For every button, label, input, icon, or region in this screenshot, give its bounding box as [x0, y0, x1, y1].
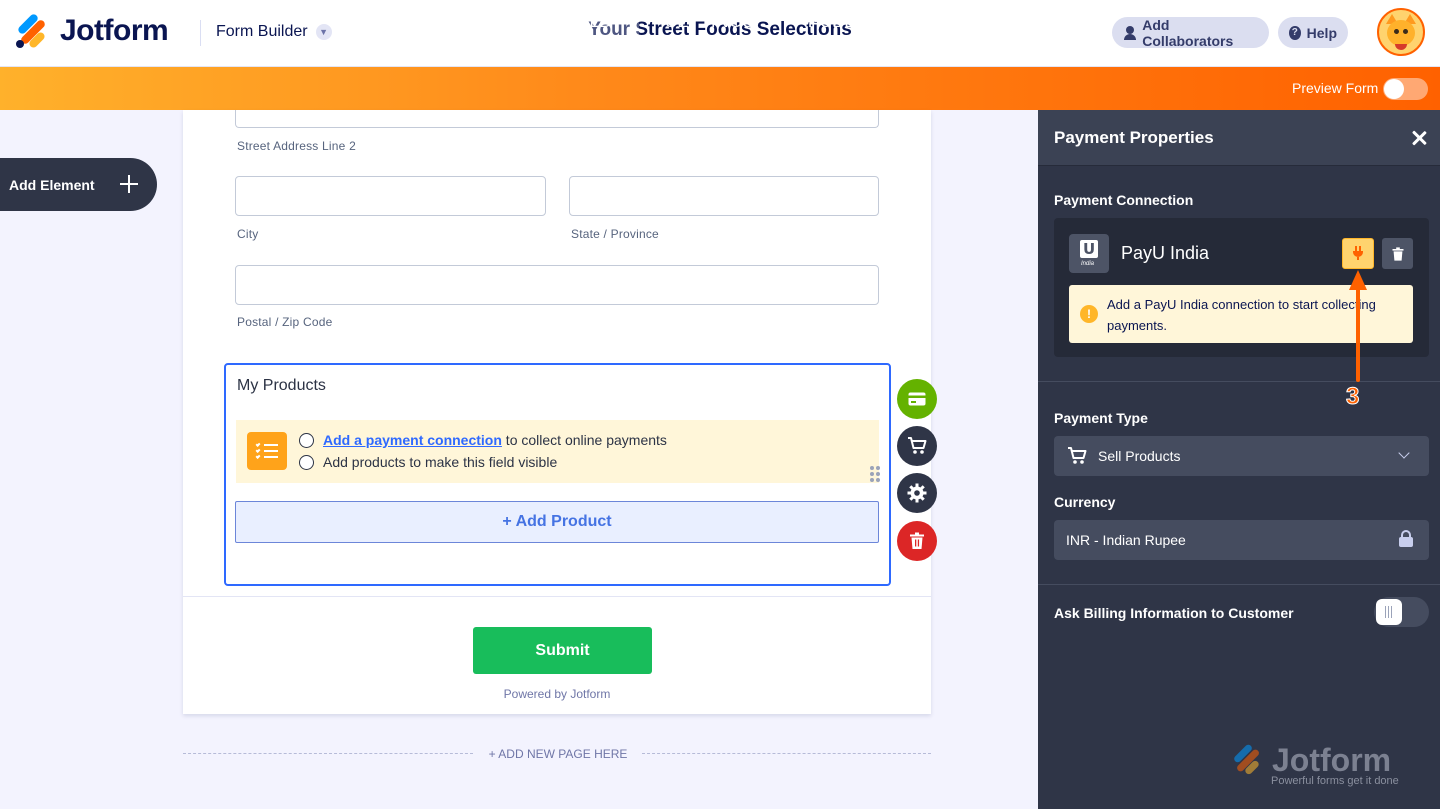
- help-label: Help: [1306, 24, 1337, 41]
- plus-icon: [118, 173, 140, 195]
- billing-toggle-knob: [1376, 599, 1402, 625]
- question-icon: ?: [1289, 25, 1301, 40]
- add-page-divider-left: [183, 753, 473, 754]
- postal-code-sublabel: Postal / Zip Code: [237, 315, 333, 329]
- add-collaborators-button[interactable]: Add Collaborators: [1112, 16, 1269, 49]
- jotform-logo-icon: [1232, 743, 1266, 776]
- field-properties-button[interactable]: [897, 473, 937, 513]
- remove-gateway-button[interactable]: [1382, 238, 1413, 269]
- form-builder-label: Form Builder: [216, 23, 308, 40]
- products-button[interactable]: [897, 426, 937, 466]
- jotform-logo-icon: [14, 12, 48, 50]
- payment-type-value: Sell Products: [1098, 448, 1181, 464]
- city-sublabel: City: [237, 227, 259, 241]
- postal-code-input[interactable]: [235, 265, 879, 305]
- add-product-button[interactable]: + Add Product: [235, 501, 879, 543]
- powered-by: Powered by Jotform: [503, 687, 611, 701]
- chevron-down-icon: ▼: [315, 24, 332, 40]
- add-element-label: Add Element: [9, 176, 95, 193]
- cart-icon: [1067, 447, 1087, 470]
- help-button[interactable]: ? Help: [1278, 17, 1348, 48]
- panel-divider: [1038, 584, 1440, 585]
- tab-build[interactable]: BUILD: [533, 0, 639, 43]
- add-element-button[interactable]: Add Element: [0, 158, 157, 211]
- trash-icon: [910, 532, 924, 549]
- add-page-divider-right: [642, 753, 931, 754]
- jotform-watermark: Jotform Powerful forms get it done: [1232, 742, 1422, 792]
- preview-toggle-knob: [1384, 79, 1404, 99]
- products-title[interactable]: My Products: [237, 377, 326, 395]
- payu-logo-text: India: [1081, 261, 1095, 267]
- form-builder-dropdown[interactable]: Form Builder ▼: [216, 23, 332, 41]
- header-divider: [200, 20, 201, 46]
- plug-icon: [1351, 246, 1365, 260]
- close-icon[interactable]: [1410, 129, 1428, 147]
- currency-value: INR - Indian Rupee: [1066, 532, 1186, 548]
- cart-icon: [908, 437, 927, 454]
- notice-radio-2: [299, 455, 314, 470]
- annotation-step-number: 3: [1345, 383, 1360, 411]
- add-new-page-button[interactable]: + ADD NEW PAGE HERE: [473, 747, 643, 761]
- state-province-input[interactable]: [569, 176, 879, 216]
- delete-field-button[interactable]: [897, 521, 937, 561]
- add-collaborators-label: Add Collaborators: [1142, 16, 1234, 49]
- notice-line-2: Add products to make this field visible: [323, 454, 558, 470]
- checklist-icon: [247, 432, 287, 470]
- drag-handle-icon[interactable]: [870, 466, 880, 482]
- connection-warning-text: Add a PayU India connection to start col…: [1107, 297, 1376, 333]
- lock-icon: [1399, 530, 1413, 548]
- payment-type-label: Payment Type: [1054, 410, 1148, 426]
- products-notice: [236, 420, 879, 483]
- notice-radio-1: [299, 433, 314, 448]
- payu-logo-mark: [1080, 240, 1098, 258]
- form-footer-divider: [183, 596, 931, 597]
- credit-card-icon: [908, 392, 926, 406]
- watermark-brand: Jotform: [1272, 742, 1392, 778]
- state-sublabel: State / Province: [571, 227, 659, 241]
- submit-button[interactable]: Submit: [473, 627, 652, 674]
- panel-title: Payment Properties: [1054, 128, 1214, 147]
- user-icon: [1123, 25, 1137, 40]
- notice-line-1-rest: to collect online payments: [501, 432, 667, 448]
- gear-icon: [907, 483, 927, 503]
- panel-divider: [1038, 381, 1440, 382]
- add-payment-connection-link[interactable]: Add a payment connection: [323, 432, 502, 448]
- street-address-line2-sublabel: Street Address Line 2: [237, 139, 356, 153]
- tab-publish[interactable]: PUBLISH: [790, 0, 902, 43]
- trash-icon: [1392, 246, 1403, 261]
- currency-label: Currency: [1054, 494, 1116, 510]
- brand-name: Jotform: [60, 14, 169, 47]
- city-input[interactable]: [235, 176, 546, 216]
- preview-form-label: Preview Form: [1292, 80, 1379, 96]
- notice-line-1: Add a payment connection to collect onli…: [323, 432, 667, 448]
- tab-settings[interactable]: SETTINGS: [650, 0, 770, 43]
- street-address-line2-input[interactable]: [235, 110, 879, 128]
- jotform-logo[interactable]: Jotform: [14, 12, 169, 50]
- payment-connection-label: Payment Connection: [1054, 192, 1194, 208]
- warning-icon: !: [1080, 305, 1098, 323]
- payment-settings-button[interactable]: [897, 379, 937, 419]
- gateway-name: PayU India: [1121, 243, 1210, 263]
- watermark-tagline: Powerful forms get it done: [1271, 775, 1399, 787]
- builder-nav-bar: [0, 67, 1440, 110]
- avatar[interactable]: [1377, 8, 1425, 56]
- billing-info-label: Ask Billing Information to Customer: [1054, 605, 1294, 621]
